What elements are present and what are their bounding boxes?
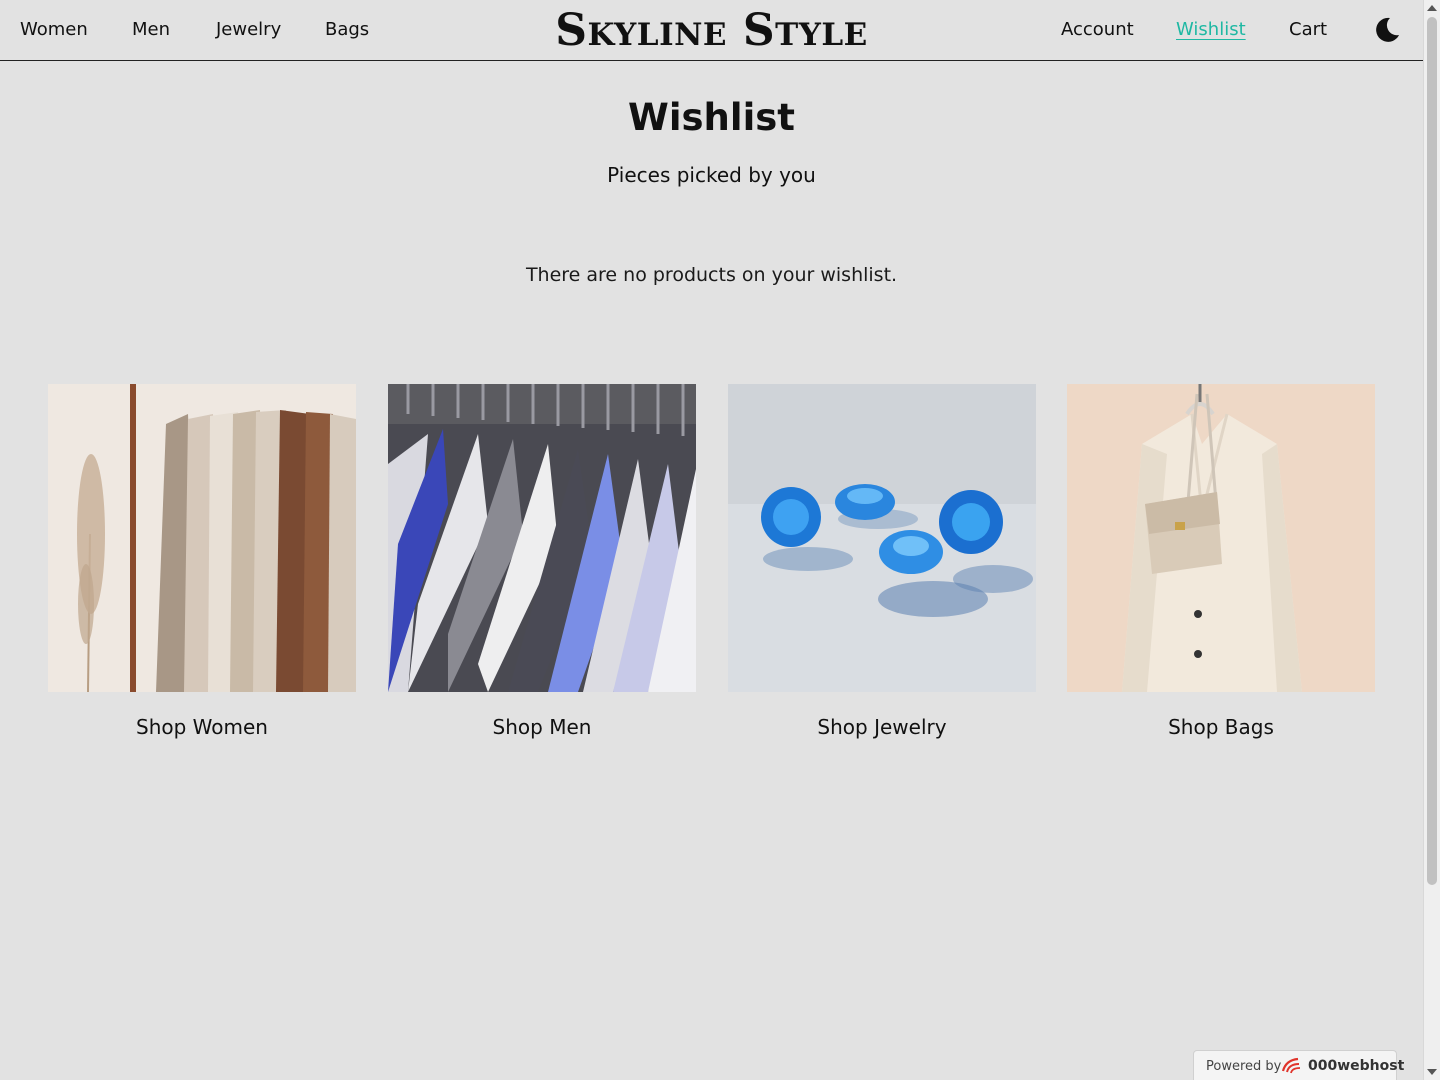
page-title: Wishlist <box>628 96 795 139</box>
brand-logo[interactable]: Skyline Style <box>555 5 868 56</box>
moon-icon <box>1376 17 1399 42</box>
men-shirts-image <box>388 384 696 692</box>
page-subtitle: Pieces picked by you <box>607 163 816 187</box>
category-label-women: Shop Women <box>136 715 268 739</box>
nav-bags[interactable]: Bags <box>325 19 369 41</box>
category-card-men[interactable]: Shop Men <box>388 384 696 740</box>
nav-account[interactable]: Account <box>1061 19 1134 41</box>
page: Women Men Jewelry Bags Skyline Style Acc… <box>0 0 1423 1080</box>
jewelry-gemstones-image <box>728 384 1036 692</box>
empty-wishlist-message: There are no products on your wishlist. <box>525 264 898 286</box>
nav-women[interactable]: Women <box>20 19 88 41</box>
nav-jewelry[interactable]: Jewelry <box>216 19 281 41</box>
category-label-men: Shop Men <box>492 715 592 739</box>
powered-by-badge[interactable]: Powered by 000webhost <box>1193 1050 1404 1080</box>
category-card-jewelry[interactable]: Shop Jewelry <box>728 384 1036 740</box>
scroll-down-arrow-icon[interactable] <box>1427 1069 1437 1075</box>
site-header: Women Men Jewelry Bags Skyline Style Acc… <box>0 0 1423 61</box>
category-card-bags[interactable]: Shop Bags <box>1067 384 1375 740</box>
theme-toggle-button[interactable] <box>1372 15 1402 45</box>
page-scrollbar[interactable] <box>1423 0 1440 1080</box>
scrollbar-thumb[interactable] <box>1427 17 1437 885</box>
powered-by-text: Powered by <box>1206 1059 1282 1074</box>
bags-handbag-image <box>1067 384 1375 692</box>
nav-cart[interactable]: Cart <box>1289 19 1327 41</box>
category-card-women[interactable]: Shop Women <box>48 384 356 740</box>
powered-by-brand: 000webhost <box>1308 1058 1405 1074</box>
nav-wishlist[interactable]: Wishlist <box>1176 19 1246 41</box>
women-clothing-image <box>48 384 356 692</box>
webhost-logo-icon <box>1281 1057 1301 1074</box>
category-label-bags: Shop Bags <box>1168 715 1274 739</box>
scroll-up-arrow-icon[interactable] <box>1427 5 1437 11</box>
nav-men[interactable]: Men <box>132 19 170 41</box>
category-label-jewelry: Shop Jewelry <box>817 715 947 739</box>
